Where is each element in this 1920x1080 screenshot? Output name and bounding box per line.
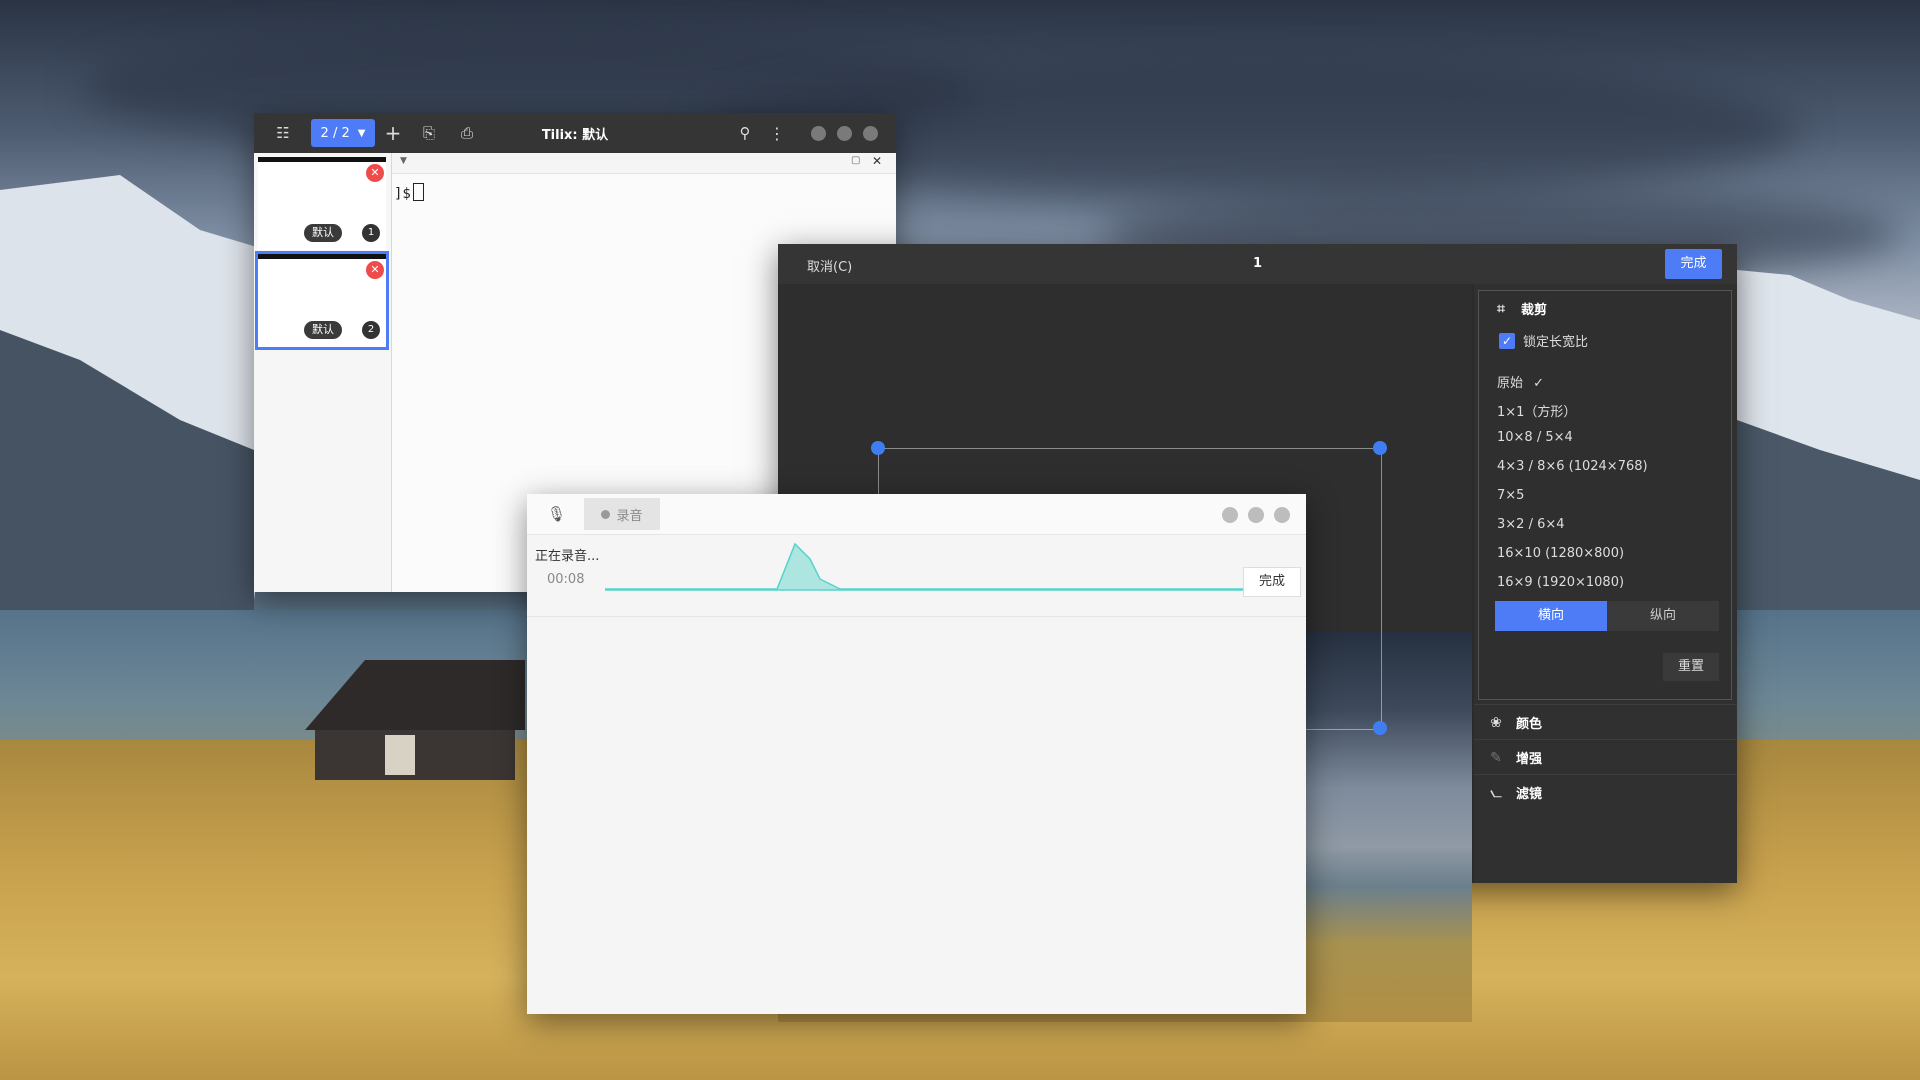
divider bbox=[527, 616, 1306, 617]
ratio-option-original[interactable]: 原始 ✓ bbox=[1497, 372, 1544, 391]
record-dot-icon bbox=[601, 509, 611, 519]
crop-heading-label: 裁剪 bbox=[1521, 303, 1548, 318]
voice-recorder-window: 🎙 录音 正在录音... 00:08 完成 bbox=[527, 494, 1306, 1014]
ratio-option[interactable]: 16×9 (1920×1080) bbox=[1497, 575, 1624, 590]
reset-button[interactable]: 重置 bbox=[1663, 653, 1719, 681]
tilix-headerbar: ☷ 2 / 2 ▼ + ⎘ ⎙ Tilix: 默认 ⚲ ⋮ bbox=[254, 113, 896, 153]
filter-label: 滤镜 bbox=[1516, 787, 1543, 802]
session-number: 1 bbox=[362, 224, 380, 242]
text-cursor bbox=[412, 183, 424, 201]
ratio-option[interactable]: 7×5 bbox=[1497, 488, 1524, 503]
microphone-icon[interactable]: 🎙 bbox=[547, 505, 566, 523]
session-thumbnail[interactable]: ✕ 默认 1 bbox=[258, 157, 386, 250]
crop-heading[interactable]: ⌗ 裁剪 bbox=[1493, 299, 1548, 319]
terminal-prompt: ]$ bbox=[394, 183, 424, 202]
editor-title: 1 bbox=[1252, 256, 1263, 271]
session-number: 2 bbox=[362, 321, 380, 339]
lock-ratio-label: 锁定长宽比 bbox=[1523, 335, 1589, 350]
crop-handle-top-left[interactable] bbox=[871, 441, 885, 455]
terminal-menu-arrow-icon[interactable]: ▼ bbox=[400, 156, 407, 166]
close-terminal-icon[interactable]: ✕ bbox=[872, 154, 882, 168]
color-label: 颜色 bbox=[1516, 717, 1543, 732]
maximize-terminal-icon[interactable]: ▢ bbox=[851, 155, 860, 166]
menu-icon[interactable]: ⋮ bbox=[768, 119, 786, 147]
landscape-button[interactable]: 横向 bbox=[1495, 601, 1607, 631]
cabin bbox=[305, 660, 525, 780]
color-section[interactable]: ❀ 颜色 bbox=[1474, 704, 1737, 739]
filter-graph-icon: ⦦ bbox=[1490, 784, 1502, 801]
ratio-option[interactable]: 10×8 / 5×4 bbox=[1497, 430, 1573, 445]
recorder-headerbar: 🎙 录音 bbox=[527, 494, 1306, 535]
crop-icon: ⌗ bbox=[1497, 300, 1505, 317]
close-session-icon[interactable]: ✕ bbox=[366, 261, 384, 279]
color-icon: ❀ bbox=[1490, 714, 1502, 731]
recording-time: 00:08 bbox=[547, 572, 585, 587]
session-sidebar: ✕ 默认 1 ✕ 默认 2 bbox=[254, 153, 392, 592]
close-button[interactable] bbox=[1274, 507, 1290, 523]
checkbox-checked-icon: ✓ bbox=[1499, 332, 1515, 349]
terminal-titlebar: ▼ ▢ ✕ bbox=[392, 153, 896, 174]
session-label: 默认 bbox=[304, 321, 342, 339]
ratio-option[interactable]: 16×10 (1280×800) bbox=[1497, 546, 1624, 561]
crop-handle-bottom-right[interactable] bbox=[1373, 721, 1387, 735]
window-title: Tilix: 默认 bbox=[541, 128, 609, 143]
waveform bbox=[605, 542, 1265, 591]
recording-status: 正在录音... bbox=[535, 549, 600, 564]
enhance-wand-icon: ✎ bbox=[1490, 749, 1502, 766]
enhance-label: 增强 bbox=[1516, 752, 1543, 767]
editor-sidebar: ⌗ 裁剪 ✓ 锁定长宽比 原始 ✓ 1×1（方形） 10×8 / 5×4 4×3… bbox=[1474, 284, 1737, 883]
finish-recording-button[interactable]: 完成 bbox=[1243, 567, 1301, 597]
filter-section[interactable]: ⦦ 滤镜 bbox=[1474, 774, 1737, 809]
session-label: 默认 bbox=[304, 224, 342, 242]
record-tab-label: 录音 bbox=[616, 508, 643, 524]
record-tab[interactable]: 录音 bbox=[584, 498, 660, 530]
enhance-section[interactable]: ✎ 增强 bbox=[1474, 739, 1737, 774]
minimize-button[interactable] bbox=[811, 126, 826, 141]
maximize-button[interactable] bbox=[1248, 507, 1264, 523]
editor-headerbar: 取消(C) 1 完成 bbox=[778, 244, 1737, 284]
done-button[interactable]: 完成 bbox=[1665, 249, 1722, 279]
minimize-button[interactable] bbox=[1222, 507, 1238, 523]
crop-handle-top-right[interactable] bbox=[1373, 441, 1387, 455]
search-icon[interactable]: ⚲ bbox=[732, 119, 758, 147]
session-thumbnail-selected[interactable]: ✕ 默认 2 bbox=[255, 251, 389, 350]
close-button[interactable] bbox=[863, 126, 878, 141]
close-session-icon[interactable]: ✕ bbox=[366, 164, 384, 182]
ratio-option[interactable]: 4×3 / 8×6 (1024×768) bbox=[1497, 459, 1648, 474]
lock-ratio-checkbox[interactable]: ✓ 锁定长宽比 bbox=[1499, 331, 1588, 350]
orientation-toggle: 横向 纵向 bbox=[1495, 601, 1719, 631]
ratio-option[interactable]: 1×1（方形） bbox=[1497, 401, 1576, 420]
maximize-button[interactable] bbox=[837, 126, 852, 141]
crop-section: ⌗ 裁剪 ✓ 锁定长宽比 原始 ✓ 1×1（方形） 10×8 / 5×4 4×3… bbox=[1478, 290, 1732, 700]
portrait-button[interactable]: 纵向 bbox=[1607, 601, 1719, 631]
ratio-option[interactable]: 3×2 / 6×4 bbox=[1497, 517, 1565, 532]
checkmark-icon: ✓ bbox=[1533, 376, 1545, 391]
